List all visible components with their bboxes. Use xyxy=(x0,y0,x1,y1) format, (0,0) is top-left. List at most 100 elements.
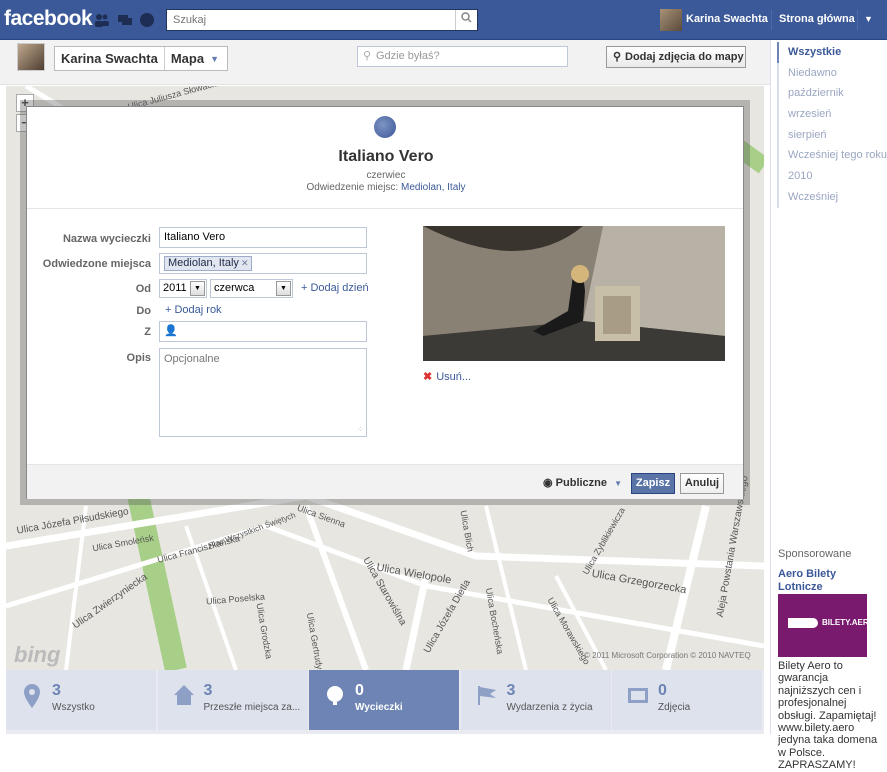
year-value: 2011 xyxy=(163,282,187,294)
divider xyxy=(771,10,772,30)
privacy-selector[interactable]: ◉ Publiczne ▼ xyxy=(543,476,622,489)
places-label: Odwiedzone miejsca xyxy=(42,258,151,270)
chevron-down-icon[interactable]: ▼ xyxy=(276,281,291,296)
close-icon[interactable]: ✕ xyxy=(241,258,249,268)
top-bar: facebook Karina Swachta Strona główna ▼ xyxy=(0,0,887,40)
dialog-month: czerwiec xyxy=(366,170,406,181)
save-button[interactable]: Zapisz xyxy=(631,473,675,494)
visited-place-link[interactable]: Mediolan, Italy xyxy=(401,182,465,193)
timeline-item-august[interactable]: sierpień xyxy=(777,124,887,146)
add-photos-label: Dodaj zdjęcia do mapy xyxy=(625,51,744,63)
place-token[interactable]: Mediolan, Italy ✕ xyxy=(164,256,253,271)
divider xyxy=(27,208,743,209)
edit-trip-dialog: Italiano Vero czerwiec Odwiedzenie miejs… xyxy=(26,106,744,499)
facebook-logo[interactable]: facebook xyxy=(4,7,93,31)
timeline-item-earlier-this-year[interactable]: Wcześniej tego roku xyxy=(777,145,887,167)
map-header: Karina Swachta Mapa ▼ ⚲ Gdzie byłaś? ⚲ D… xyxy=(0,40,770,85)
place-token-label: Mediolan, Italy xyxy=(168,257,239,269)
account-menu-chevron-down-icon[interactable]: ▼ xyxy=(864,14,873,24)
resize-grip-icon[interactable]: ⁘ xyxy=(357,425,364,434)
chevron-down-icon[interactable]: ▼ xyxy=(210,54,227,64)
bing-logo: bing xyxy=(14,642,61,667)
add-person-icon: 👤 xyxy=(164,325,178,337)
breadcrumb: Karina Swachta Mapa ▼ xyxy=(54,46,228,71)
globe-icon[interactable] xyxy=(139,12,155,28)
where-input[interactable]: ⚲ Gdzie byłaś? xyxy=(357,46,568,67)
add-year-link[interactable]: + Dodaj rok xyxy=(165,304,222,316)
timeline-item-recent[interactable]: Niedawno xyxy=(777,62,887,84)
tab-label: Wycieczki xyxy=(355,702,403,713)
with-label: Z xyxy=(144,326,151,338)
avatar[interactable] xyxy=(660,9,682,31)
flag-icon xyxy=(475,684,499,708)
tab-label: Zdjęcia xyxy=(658,702,691,713)
timeline-item-october[interactable]: październik xyxy=(777,83,887,105)
description-label: Opis xyxy=(126,352,151,364)
pin-icon: ⚲ xyxy=(363,50,372,62)
home-link[interactable]: Strona główna xyxy=(779,13,855,25)
pin-icon: ⚲ xyxy=(613,51,622,63)
timeline-item-2010[interactable]: 2010 xyxy=(777,166,887,187)
sponsored-heading: Sponsorowane xyxy=(778,548,852,560)
privacy-label: Publiczne xyxy=(555,477,608,489)
trip-name-input[interactable]: Italiano Vero xyxy=(159,227,367,248)
home-icon xyxy=(172,684,196,708)
ad-image-brand: BILETY.AERO xyxy=(822,618,875,627)
tab-label: Wszystko xyxy=(52,702,95,713)
tab-photos[interactable]: 0 Zdjęcia xyxy=(612,670,762,730)
year-select[interactable]: 2011 ▼ xyxy=(159,279,207,298)
tab-all[interactable]: 3 Wszystko xyxy=(6,670,156,730)
description-textarea[interactable]: Opcjonalne ⁘ xyxy=(159,348,367,437)
with-input[interactable]: 👤 xyxy=(159,321,367,342)
to-label: Do xyxy=(136,305,151,317)
breadcrumb-profile[interactable]: Karina Swachta xyxy=(55,51,164,66)
right-sidebar: Wszystkie Niedawno październik wrzesień … xyxy=(770,40,887,771)
timeline-item-earlier[interactable]: Wcześniej xyxy=(777,186,887,208)
description-placeholder: Opcjonalne xyxy=(164,353,220,365)
tab-count: 3 xyxy=(52,682,61,699)
add-day-link[interactable]: + Dodaj dzień xyxy=(301,282,369,294)
visited-prefix: Odwiedzenie miejsc: xyxy=(306,182,399,193)
month-select[interactable]: czerwca ▼ xyxy=(210,279,293,298)
places-input[interactable]: Mediolan, Italy ✕ xyxy=(159,253,367,274)
chevron-down-icon: ▼ xyxy=(614,479,622,488)
timeline-item-september[interactable]: wrzesień xyxy=(777,104,887,125)
map-copyright: © 2011 Microsoft Corporation © 2010 NAVT… xyxy=(584,651,751,660)
ad-title[interactable]: Aero Bilety Lotnicze xyxy=(778,568,878,594)
tab-count: 3 xyxy=(506,682,516,699)
close-icon: ✖ xyxy=(423,371,433,383)
divider xyxy=(857,10,858,30)
ad-text: Bilety Aero to gwarancja najniższych cen… xyxy=(778,660,878,772)
profile-link[interactable]: Karina Swachta xyxy=(686,13,768,25)
plane-icon xyxy=(788,618,818,628)
tab-count: 0 xyxy=(658,682,667,699)
messages-icon[interactable] xyxy=(117,12,133,28)
search-input[interactable] xyxy=(167,10,447,30)
ad-image[interactable]: BILETY.AERO xyxy=(778,594,875,657)
dialog-visited: Odwiedzenie miejsc: Mediolan, Italy xyxy=(27,182,745,193)
tab-past-places[interactable]: 3 Przeszłe miejsca za... xyxy=(157,670,308,730)
dialog-title: Italiano Vero xyxy=(338,148,434,165)
globe-icon: ◉ xyxy=(543,477,553,489)
timeline-nav: Wszystkie Niedawno październik wrzesień … xyxy=(777,42,887,208)
cancel-button[interactable]: Anuluj xyxy=(680,473,724,494)
avatar[interactable] xyxy=(17,43,45,71)
add-photos-button[interactable]: ⚲ Dodaj zdjęcia do mapy xyxy=(606,46,746,68)
tab-life-events[interactable]: 3 Wydarzenia z życia xyxy=(460,670,611,730)
chevron-down-icon[interactable]: ▼ xyxy=(190,281,205,296)
pin-icon xyxy=(20,684,44,708)
where-placeholder: Gdzie byłaś? xyxy=(376,50,440,62)
breadcrumb-section[interactable]: Mapa xyxy=(165,51,210,66)
trip-name-label: Nazwa wycieczki xyxy=(62,233,151,245)
friends-icon[interactable] xyxy=(94,12,110,28)
from-label: Od xyxy=(135,283,151,295)
add-year-label: Dodaj rok xyxy=(174,304,222,316)
remove-label: Usuń... xyxy=(436,371,472,383)
tab-count: 3 xyxy=(203,682,213,699)
photos-icon xyxy=(626,684,650,708)
search-icon[interactable] xyxy=(455,10,477,30)
add-day-label: Dodaj dzień xyxy=(310,282,369,294)
tab-trips[interactable]: 0 Wycieczki xyxy=(309,670,459,730)
remove-photo-link[interactable]: ✖ Usuń... xyxy=(423,370,471,383)
timeline-item-all[interactable]: Wszystkie xyxy=(777,42,887,63)
